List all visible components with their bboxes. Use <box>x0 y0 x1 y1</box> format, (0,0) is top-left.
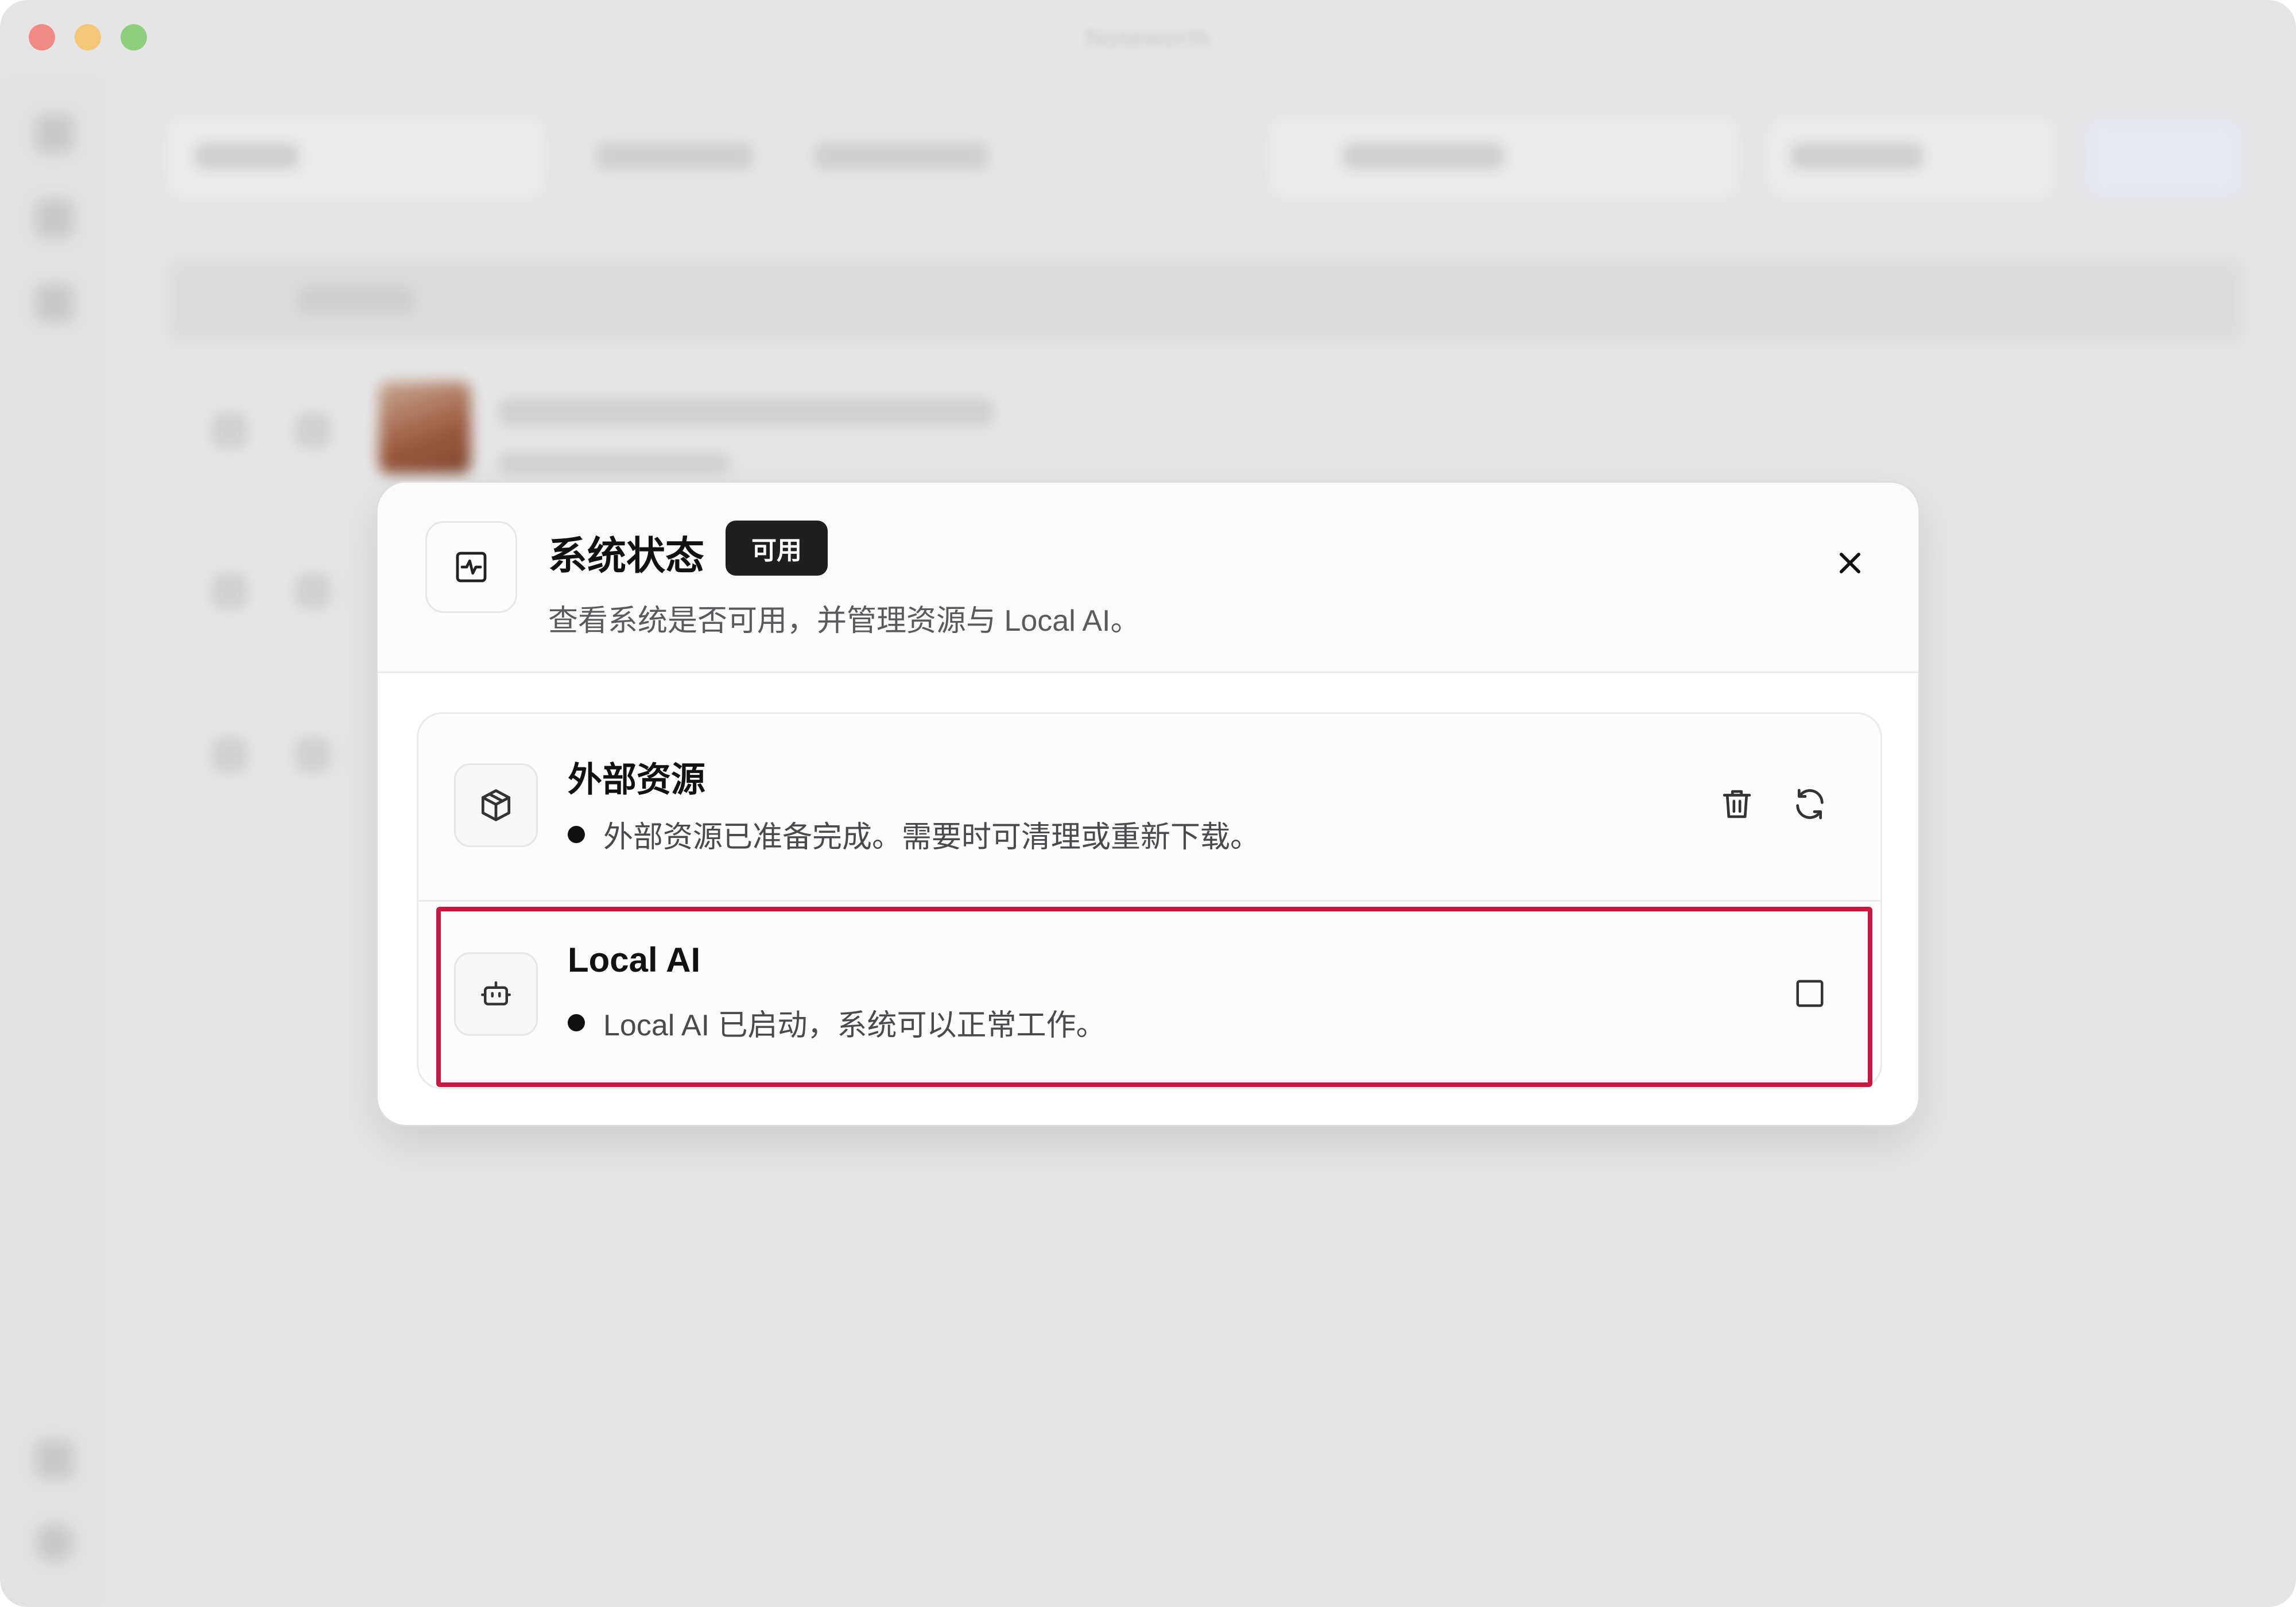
sidebar-icon[interactable] <box>36 1441 73 1478</box>
sidebar <box>0 75 106 1607</box>
external-resources-status: 外部资源已准备完成。需要时可清理或重新下载。 <box>568 813 1260 856</box>
sidebar-icon[interactable] <box>36 1524 73 1562</box>
clear-resources-button[interactable] <box>1708 775 1766 833</box>
toolbar-text <box>1791 143 1923 169</box>
refresh-icon <box>1796 789 1824 820</box>
card-divider <box>418 900 1880 902</box>
row-text <box>499 399 993 425</box>
app-window: Noteworth 系统状态 可用 查看系统是否可用，并管理资源与 Local … <box>0 0 2296 1607</box>
dialog-header: 系统状态 可用 查看系统是否可用，并管理资源与 Local AI。 <box>378 483 1918 673</box>
stop-icon <box>1796 980 1824 1007</box>
list-header <box>166 258 2244 344</box>
activity-icon <box>425 521 517 613</box>
package-icon <box>454 763 538 847</box>
status-dot <box>568 825 585 843</box>
close-button[interactable] <box>1818 531 1882 595</box>
sidebar-icon[interactable] <box>36 284 73 322</box>
toolbar-text <box>1343 143 1504 169</box>
window-title: Noteworth <box>1085 24 1211 52</box>
system-status-dialog: 系统状态 可用 查看系统是否可用，并管理资源与 Local AI。 外部资源 外… <box>376 481 1920 1127</box>
sidebar-icon[interactable] <box>36 200 73 238</box>
close-icon <box>1840 553 1860 573</box>
trash-icon <box>1723 790 1751 818</box>
toolbar-text[interactable] <box>597 143 752 169</box>
redownload-button[interactable] <box>1781 775 1839 833</box>
robot-icon <box>454 952 538 1036</box>
toolbar-search[interactable] <box>1269 118 1739 198</box>
row-icon <box>296 574 330 608</box>
local-ai-status: Local AI 已启动，系统可以正常工作。 <box>568 1001 1106 1044</box>
external-resources-title: 外部资源 <box>568 760 705 799</box>
row-text <box>499 453 729 473</box>
stop-local-ai-button[interactable] <box>1781 965 1839 1022</box>
resource-card: 外部资源 外部资源已准备完成。需要时可清理或重新下载。 Local AI Loc… <box>417 712 1882 1089</box>
row-thumbnail <box>379 382 471 473</box>
local-ai-status-text: Local AI 已启动，系统可以正常工作。 <box>603 1009 1106 1042</box>
row-checkbox[interactable] <box>212 737 247 772</box>
list-header-text <box>298 287 413 312</box>
dialog-title: 系统状态 <box>548 534 705 578</box>
dialog-subtitle: 查看系统是否可用，并管理资源与 Local AI。 <box>548 604 1141 638</box>
status-dot <box>568 1014 585 1031</box>
status-badge: 可用 <box>726 521 828 576</box>
local-ai-title: Local AI <box>568 941 701 979</box>
toolbar-button[interactable] <box>2084 118 2244 198</box>
row-checkbox[interactable] <box>212 574 247 608</box>
row-icon <box>296 737 330 772</box>
toolbar-text <box>195 143 298 169</box>
row-icon <box>296 413 330 448</box>
titlebar: Noteworth <box>0 0 2296 75</box>
row-checkbox[interactable] <box>212 413 247 448</box>
external-resources-status-text: 外部资源已准备完成。需要时可清理或重新下载。 <box>603 821 1261 854</box>
toolbar-text[interactable] <box>815 143 987 169</box>
sidebar-icon[interactable] <box>36 115 73 153</box>
